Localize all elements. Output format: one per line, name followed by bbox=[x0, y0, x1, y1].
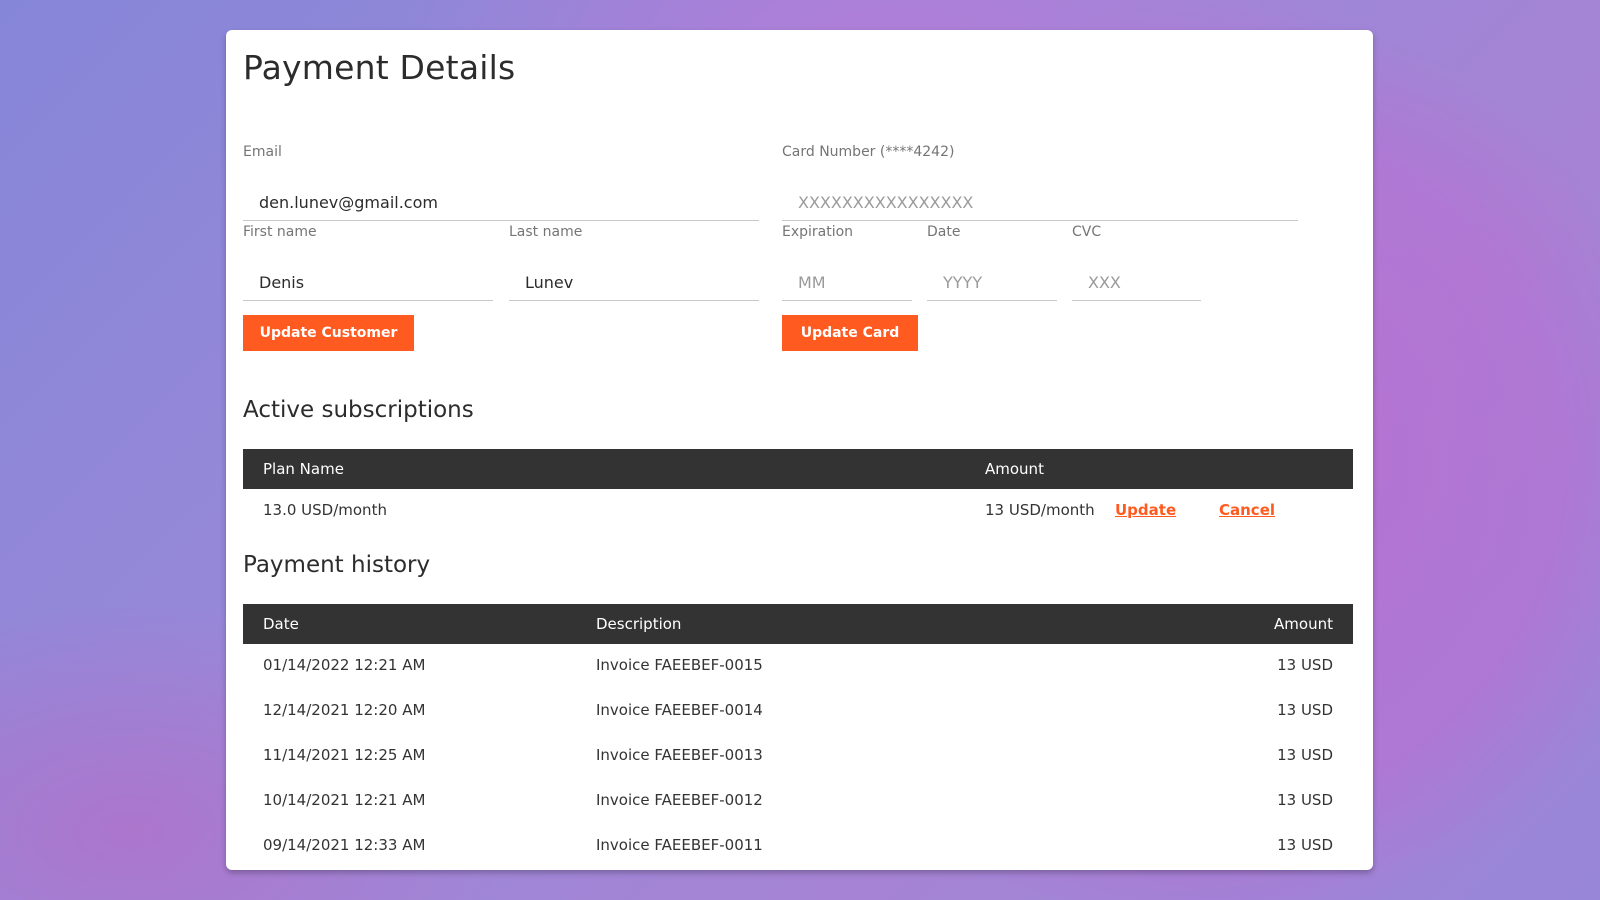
amount-cell: 13 USD bbox=[1277, 746, 1333, 764]
date-cell: 12/14/2021 12:20 AM bbox=[263, 701, 426, 719]
date-label: Date bbox=[927, 224, 961, 240]
cvc-label: CVC bbox=[1072, 224, 1102, 240]
update-card-button[interactable]: Update Card bbox=[782, 315, 918, 351]
email-label: Email bbox=[243, 144, 282, 160]
email-field[interactable] bbox=[243, 185, 759, 221]
cancel-subscription-link[interactable]: Cancel bbox=[1219, 501, 1275, 519]
plan-name-cell: 13.0 USD/month bbox=[263, 501, 387, 519]
table-row: 10/14/2021 12:21 AM Invoice FAEEBEF-0012… bbox=[243, 779, 1353, 823]
card-number-label: Card Number (****4242) bbox=[782, 144, 955, 160]
subscription-row: 13.0 USD/month 13 USD/month Update Cance… bbox=[243, 489, 1353, 533]
description-cell: Invoice FAEEBEF-0011 bbox=[596, 836, 763, 854]
table-row: 12/14/2021 12:20 AM Invoice FAEEBEF-0014… bbox=[243, 689, 1353, 733]
column-header-plan-name: Plan Name bbox=[263, 460, 344, 478]
history-table-header: Date Description Amount bbox=[243, 604, 1353, 644]
expiration-year-field[interactable] bbox=[927, 265, 1057, 301]
active-subscriptions-title: Active subscriptions bbox=[243, 397, 474, 423]
date-cell: 01/14/2022 12:21 AM bbox=[263, 656, 426, 674]
plan-amount-cell: 13 USD/month bbox=[985, 501, 1095, 519]
last-name-label: Last name bbox=[509, 224, 583, 240]
amount-cell: 13 USD bbox=[1277, 791, 1333, 809]
first-name-field[interactable] bbox=[243, 265, 493, 301]
amount-cell: 13 USD bbox=[1277, 656, 1333, 674]
amount-cell: 13 USD bbox=[1277, 701, 1333, 719]
table-row: 09/14/2021 12:33 AM Invoice FAEEBEF-0011… bbox=[243, 824, 1353, 868]
page-title: Payment Details bbox=[243, 48, 516, 87]
description-cell: Invoice FAEEBEF-0013 bbox=[596, 746, 763, 764]
payment-details-card: Payment Details Email First name Last na… bbox=[226, 30, 1373, 870]
table-row: 01/14/2022 12:21 AM Invoice FAEEBEF-0015… bbox=[243, 644, 1353, 688]
update-customer-button[interactable]: Update Customer bbox=[243, 315, 414, 351]
first-name-label: First name bbox=[243, 224, 317, 240]
column-header-amount: Amount bbox=[985, 460, 1044, 478]
table-row: 11/14/2021 12:25 AM Invoice FAEEBEF-0013… bbox=[243, 734, 1353, 778]
date-cell: 09/14/2021 12:33 AM bbox=[263, 836, 426, 854]
column-header-date: Date bbox=[263, 615, 299, 633]
cvc-field[interactable] bbox=[1072, 265, 1201, 301]
description-cell: Invoice FAEEBEF-0014 bbox=[596, 701, 763, 719]
column-header-description: Description bbox=[596, 615, 682, 633]
description-cell: Invoice FAEEBEF-0015 bbox=[596, 656, 763, 674]
column-header-amount: Amount bbox=[1274, 615, 1333, 633]
payment-history-title: Payment history bbox=[243, 552, 431, 578]
date-cell: 11/14/2021 12:25 AM bbox=[263, 746, 426, 764]
last-name-field[interactable] bbox=[509, 265, 759, 301]
expiration-month-field[interactable] bbox=[782, 265, 912, 301]
description-cell: Invoice FAEEBEF-0012 bbox=[596, 791, 763, 809]
update-subscription-link[interactable]: Update bbox=[1115, 501, 1176, 519]
expiration-label: Expiration bbox=[782, 224, 854, 240]
subscriptions-table-header: Plan Name Amount bbox=[243, 449, 1353, 489]
card-number-field[interactable] bbox=[782, 185, 1298, 221]
amount-cell: 13 USD bbox=[1277, 836, 1333, 854]
date-cell: 10/14/2021 12:21 AM bbox=[263, 791, 426, 809]
